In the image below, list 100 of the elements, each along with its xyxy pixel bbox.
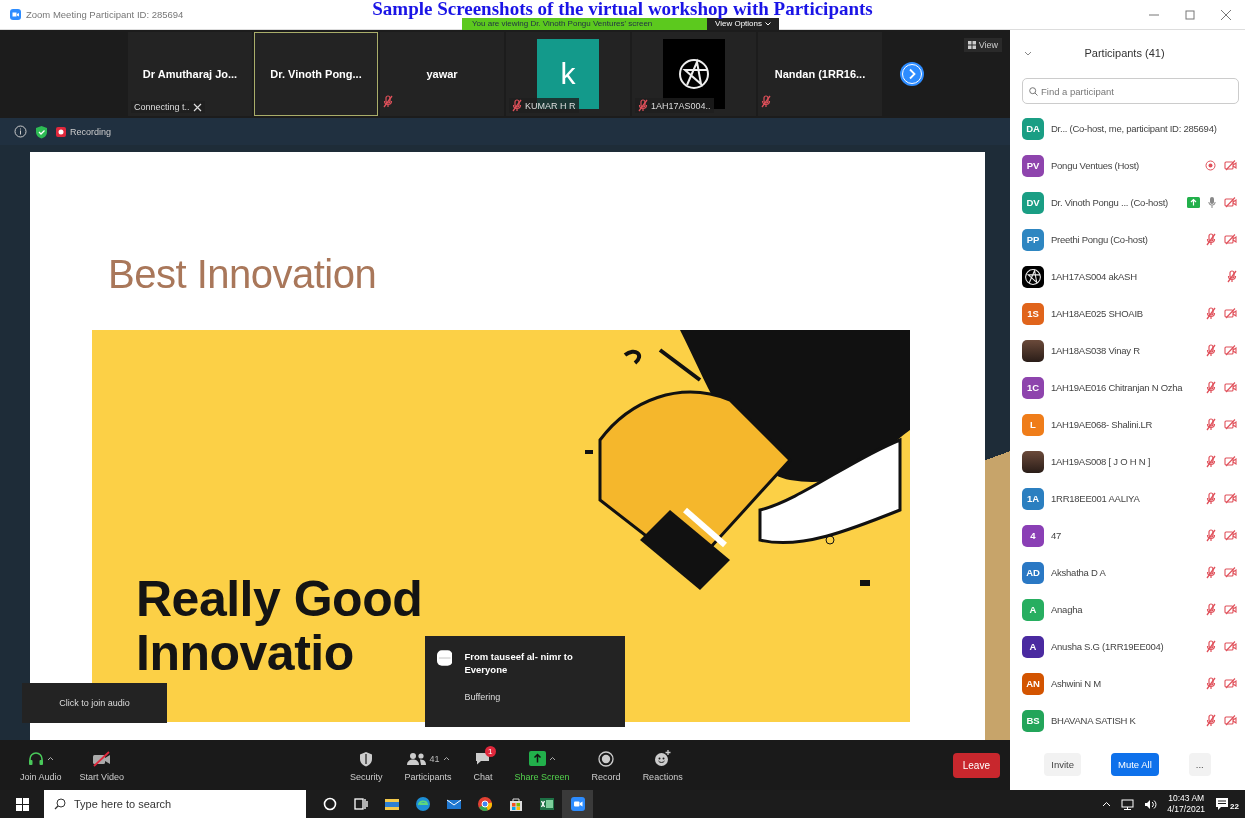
caret-icon[interactable]	[46, 756, 54, 761]
taskbar-search-box[interactable]: Type here to search	[44, 790, 306, 818]
maximize-icon[interactable]	[1185, 9, 1195, 20]
clock-date[interactable]: 4/17/2021	[1167, 804, 1206, 815]
participant-row[interactable]: 1S 1AH18AE025 SHOAIB	[1010, 295, 1245, 332]
caption-text: Sample Screenshots of the virtual workshop with Participants	[372, 0, 873, 19]
participant-row[interactable]: 1AH17AS004 akASH	[1010, 258, 1245, 295]
participant-row[interactable]: 4 47	[1010, 517, 1245, 554]
avatar-initials: 1S	[1022, 302, 1044, 325]
video-tile[interactable]: Dr Amutharaj Jo... Connecting t..	[128, 32, 252, 116]
chat-notification[interactable]: From tauseef al- nimr to Everyone Buffering	[425, 636, 625, 727]
chrome-icon[interactable]	[476, 796, 493, 812]
circle-icon[interactable]	[321, 796, 338, 812]
video-tile[interactable]: yawar	[380, 32, 504, 116]
network-icon[interactable]	[1121, 798, 1135, 810]
chat-avatar-icon	[437, 650, 453, 666]
avatar-initials: 4	[1022, 524, 1044, 547]
participant-row[interactable]: 1AH19AS008 [ J O H N ]	[1010, 443, 1245, 480]
clock-time[interactable]: 10:43 AM	[1168, 793, 1205, 804]
grid-icon[interactable]	[967, 41, 976, 49]
participant-row[interactable]: BS BHAVANA SATISH K	[1010, 702, 1245, 739]
video-tile[interactable]: Dr. Vinoth Pong...	[254, 32, 378, 116]
info-icon[interactable]	[14, 125, 27, 138]
record-icon	[598, 750, 615, 767]
tile-label: 1AH17AS004..	[651, 100, 711, 111]
windows-start-icon[interactable]	[15, 797, 29, 811]
window-title: Zoom Meeting Participant ID: 285694	[26, 9, 184, 20]
photo-placeholder	[1022, 339, 1044, 362]
participant-name: Preethi Pongu (Co-host)	[1051, 234, 1149, 245]
store-bag-icon[interactable]	[507, 796, 524, 812]
notification-count: 22	[1230, 802, 1239, 811]
caret-icon[interactable]	[548, 756, 556, 761]
app-logo-icon	[10, 9, 21, 20]
invite-button[interactable]: Invite	[1044, 753, 1081, 776]
participant-name: 1RR18EE001 AALIYA	[1051, 493, 1141, 504]
video-tile[interactable]: 1AH17AS004..	[632, 32, 756, 116]
participant-row[interactable]: 1A 1RR18EE001 AALIYA	[1010, 480, 1245, 517]
chat-message: Buffering	[464, 692, 502, 702]
participant-row[interactable]: 1AH18AS038 Vinay R	[1010, 332, 1245, 369]
notification-icon[interactable]	[1215, 797, 1230, 811]
folder-icon[interactable]	[383, 796, 400, 812]
participant-row[interactable]: A Anusha S.G (1RR19EE004)	[1010, 628, 1245, 665]
next-page-icon[interactable]	[900, 62, 924, 86]
chat-button[interactable]: 1 Chat	[467, 744, 499, 786]
unread-badge: 1	[485, 745, 496, 757]
participant-name: Nandan (1RR16...	[774, 68, 866, 80]
chevron-down-icon[interactable]	[1024, 50, 1032, 56]
search-field[interactable]: Find a participant	[1041, 81, 1232, 101]
security-button[interactable]: Security	[344, 744, 389, 786]
avatar-initials: AN	[1022, 672, 1044, 695]
video-camera-icon[interactable]	[569, 796, 586, 812]
start-video-button[interactable]: Start Video	[73, 744, 130, 786]
participant-name: Ashwini N M	[1051, 678, 1103, 689]
record-button[interactable]: Record	[585, 744, 627, 786]
participant-name: Pongu Ventues (Host)	[1051, 160, 1140, 171]
video-tile[interactable]: k KUMAR H R	[506, 32, 630, 116]
participant-name: Akshatha D A	[1051, 567, 1107, 578]
video-tile[interactable]: Nandan (1RR16...	[758, 32, 882, 116]
leave-button[interactable]: Leave	[952, 752, 1000, 778]
chevron-up-icon[interactable]	[1102, 801, 1112, 807]
share-screen-icon	[528, 751, 546, 766]
more-button[interactable]: ...	[1188, 753, 1211, 776]
task-view-icon[interactable]	[352, 796, 369, 812]
caret-icon[interactable]	[442, 756, 450, 761]
avatar-initials: A	[1022, 635, 1044, 658]
participant-row[interactable]: DV Dr. Vinoth Pongu ... (Co-host)	[1010, 184, 1245, 221]
avatar-initials: A	[1022, 598, 1044, 621]
browser-icon[interactable]	[414, 796, 431, 812]
participant-row[interactable]: AN Ashwini N M	[1010, 665, 1245, 702]
share-screen-button[interactable]: Share Screen	[508, 744, 576, 786]
participant-row[interactable]: 1C 1AH19AE016 Chitranjan N Ozha	[1010, 369, 1245, 406]
join-audio-button[interactable]: Join Audio	[14, 744, 68, 786]
circle-logo-icon	[677, 57, 711, 91]
participants-button[interactable]: 41 Participants	[398, 744, 458, 786]
view-button[interactable]: View	[963, 38, 1002, 52]
participant-row[interactable]: DA Dr... (Co-host, me, participant ID: 285694)	[1010, 110, 1245, 147]
participant-row[interactable]: PV Pongu Ventues (Host)	[1010, 147, 1245, 184]
participant-name: yawar	[426, 68, 458, 80]
participant-row[interactable]: L 1AH19AE068- Shalini.LR	[1010, 406, 1245, 443]
join-audio-tooltip: Click to join audio	[22, 683, 167, 723]
reactions-button[interactable]: Reactions	[636, 744, 689, 786]
search-box[interactable]: Find a participant	[1022, 78, 1239, 104]
participant-name: 1AH18AE025 SHOAIB	[1051, 308, 1144, 319]
volume-icon[interactable]	[1144, 798, 1158, 810]
participant-name: 1AH18AS038 Vinay R	[1051, 345, 1141, 356]
participant-name: 1AH19AE068- Shalini.LR	[1051, 419, 1154, 430]
avatar-initials: DV	[1022, 191, 1044, 214]
participant-name: Dr. Vinoth Pong...	[270, 68, 362, 80]
participant-row[interactable]: A Anagha	[1010, 591, 1245, 628]
mute-all-button[interactable]: Mute All	[1111, 753, 1159, 776]
participant-row[interactable]: PP Preethi Pongu (Co-host)	[1010, 221, 1245, 258]
taskbar-app-button[interactable]	[562, 790, 593, 818]
participant-row[interactable]: AD Akshatha D A	[1010, 554, 1245, 591]
recording-label: Recording	[70, 126, 112, 137]
avatar-initials: 1A	[1022, 487, 1044, 510]
slide-headline: Really Good Innovatio	[136, 572, 423, 680]
participant-name: Dr. Vinoth Pongu ... (Co-host)	[1051, 197, 1169, 208]
spreadsheet-icon[interactable]	[538, 796, 555, 812]
participant-name: 47	[1051, 530, 1063, 541]
shield-check-icon[interactable]	[35, 124, 48, 139]
